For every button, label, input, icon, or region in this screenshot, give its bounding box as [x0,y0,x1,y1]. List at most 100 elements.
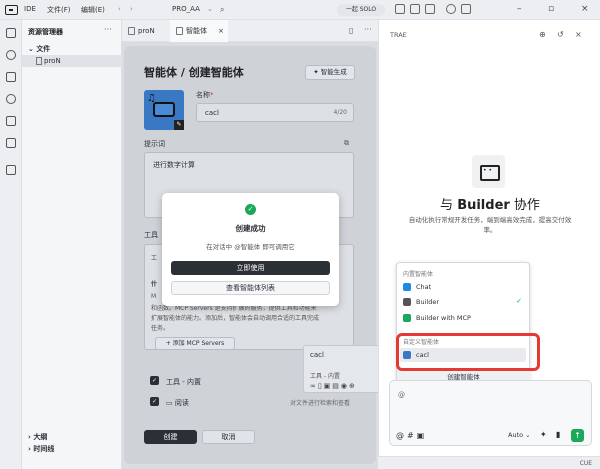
grid-icon[interactable] [6,165,16,175]
breadcrumb-root[interactable]: 智能体 [144,66,177,79]
more-icon[interactable]: ··· [104,25,112,34]
add-mcp-button[interactable]: + 添加 MCP Servers [155,337,235,350]
tool-label: 工具 - 内置 [166,378,201,386]
solo-toggle[interactable]: 一起 SOLO [337,4,385,16]
search-icon[interactable]: ⌕ [220,5,224,15]
source-control-icon[interactable] [6,72,16,82]
generate-button[interactable]: ✦ 智能生成 [305,65,355,80]
tools-desc-4: 扩展智能体的能力。添加后，智能体会自动调用合适的工具完成 [151,315,320,322]
remote-icon[interactable] [6,138,16,148]
account-icon[interactable] [446,4,456,14]
tools-sub: 工 [151,255,158,262]
more-icon[interactable]: ··· [364,25,372,34]
folder-files[interactable]: ⌄ 文件 [28,44,50,54]
at-icon[interactable]: @ [396,431,407,440]
agent-avatar[interactable]: ♫ ✎ [144,90,184,130]
status-text: CUE [579,460,592,467]
timeline-label: 时间线 [33,445,55,453]
editor-tabs: proN 智能体 × ▯ ··· [122,20,378,42]
breadcrumb-separator: / [180,66,185,79]
builder-mcp-agent-icon [403,314,411,322]
agent-option-label: Builder with MCP [416,314,471,322]
checkbox-builtin[interactable]: ✓ [150,376,159,385]
layout-left-icon[interactable] [395,4,405,14]
name-count: 4/20 [333,109,347,116]
name-input[interactable]: cacl 4/20 [196,103,354,122]
builtin-agents-label: 内置智能体 [403,271,434,278]
activity-bar [0,20,22,469]
search-icon[interactable] [6,50,16,60]
sparkle-icon[interactable]: ✦ [540,430,547,439]
robot-icon [153,102,175,117]
ide-label[interactable]: IDE [24,5,36,13]
menu-edit[interactable]: 编辑(E) [81,5,105,15]
agent-option-label: Builder [416,298,439,306]
agent-option-label: Chat [416,283,432,291]
dialog-desc: 在对话中 @智能体 即可调用它 [206,243,295,251]
chevron-down-icon[interactable]: ⌄ [207,5,213,13]
checkbox-read[interactable]: ✓ [150,397,159,406]
split-editor-icon[interactable]: ▯ [349,26,353,35]
history-icon[interactable]: ↺ [557,30,564,39]
status-bar: CUE [378,456,600,469]
tools-desc-2: M [151,293,157,300]
new-chat-icon[interactable]: ⊕ [539,30,546,39]
agent-option-builder-mcp[interactable]: Builder with MCP [400,311,526,325]
outline-label: 大纲 [33,433,48,441]
project-name[interactable]: PRO_AA [172,5,200,13]
maximize-icon[interactable]: ▫ [548,4,554,14]
prompt-label: 提示词 [144,140,165,148]
generate-label: 智能生成 [320,68,347,76]
title-bar: IDE 文件(F) 编辑(E) ‹ › PRO_AA ⌄ ⌕ 一起 SOLO –… [0,0,600,20]
agent-tooltip: cacl 工具 - 内置 ∞▯▣▤◉⊕ [303,345,389,393]
layout-right-icon[interactable] [425,4,435,14]
tool-label: ▭ 阅读 [166,399,189,407]
back-icon[interactable]: ‹ [118,5,121,13]
tool-desc: 对文件进行检索和查看 [289,400,350,407]
tooltip-sub: 工具 - 内置 [310,373,340,380]
send-button[interactable]: ↑ [571,429,584,442]
menu-file[interactable]: 文件(F) [47,5,71,15]
file-item-pron[interactable]: proN [22,55,122,67]
timeline-section[interactable]: › 时间线 [28,444,54,454]
forward-icon[interactable]: › [130,5,133,13]
agent-option-builder[interactable]: Builder ✓ [400,295,526,309]
name-value: cacl [205,109,219,117]
use-now-button[interactable]: 立即使用 [171,261,330,275]
file-label: proN [44,57,61,65]
brand-label: TRAE [390,31,407,39]
success-dialog: ✓ 创建成功 在对话中 @智能体 即可调用它 立即使用 查看智能体列表 [162,193,339,306]
layout-bottom-icon[interactable] [410,4,420,14]
file-icon [128,27,135,35]
create-button[interactable]: 创建 [144,430,197,444]
tab-pron[interactable]: proN [122,20,170,42]
debug-icon[interactable] [6,94,16,104]
view-agent-list-button[interactable]: 查看智能体列表 [171,281,330,295]
tool-row-read[interactable]: ✓ ▭ 阅读 对文件进行检索和查看 [144,393,354,411]
model-select[interactable]: Auto ⌄ [508,431,531,439]
settings-icon[interactable] [461,4,471,14]
explorer-panel: 资源管理器 ··· ⌄ 文件 proN › 大纲 › 时间线 [22,20,122,469]
explorer-icon[interactable] [6,28,16,38]
close-icon[interactable]: × [581,4,589,14]
extensions-icon[interactable] [6,116,16,126]
tooltip-name: cacl [310,351,324,359]
image-icon[interactable]: ▣ [417,431,428,440]
close-panel-icon[interactable]: × [575,30,582,39]
hash-icon[interactable]: # [407,431,417,440]
name-label: 名称* [196,91,214,99]
agent-option-chat[interactable]: Chat [400,280,526,294]
copy-icon[interactable]: ⧉ [344,139,349,148]
builder-title: 与 Builder 协作 [440,198,540,213]
chat-input[interactable]: @ @#▣ Auto ⌄ ✦ ▮ ↑ [389,380,592,446]
edit-icon[interactable]: ✎ [174,120,184,130]
dialog-title: 创建成功 [235,224,266,233]
outline-section[interactable]: › 大纲 [28,432,47,442]
cancel-button[interactable]: 取消 [202,430,255,444]
highlight-annotation [396,333,540,371]
tools-label: 工具 [144,231,158,239]
tab-agent[interactable]: 智能体 × [170,20,228,42]
tab-close-icon[interactable]: × [218,20,224,42]
mic-icon[interactable]: ▮ [556,430,560,439]
minimize-icon[interactable]: – [517,4,522,14]
